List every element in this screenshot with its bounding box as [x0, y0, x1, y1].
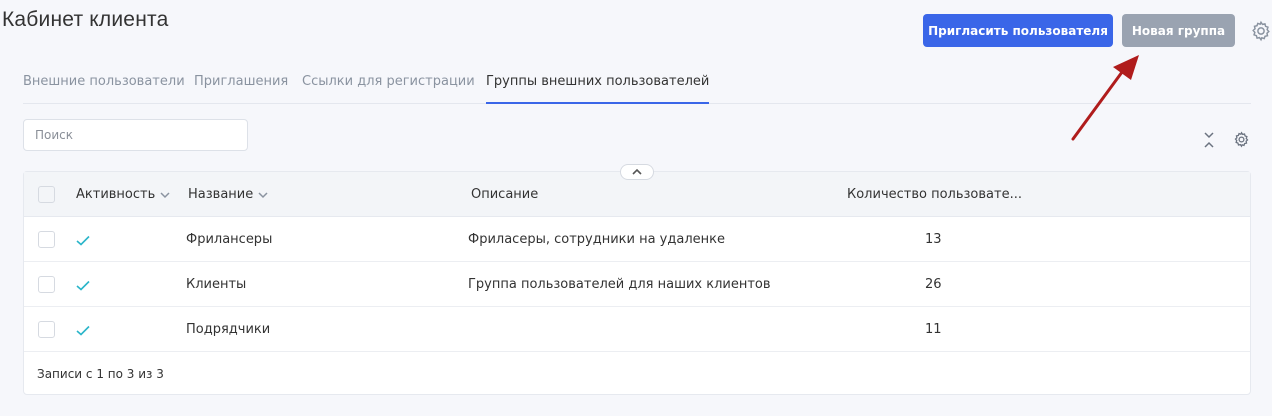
tab-external-user-groups[interactable]: Группы внешних пользователей: [486, 74, 710, 104]
column-activity[interactable]: Активность: [76, 187, 170, 202]
row-count: 13: [925, 232, 942, 247]
tab-external-users[interactable]: Внешние пользователи: [23, 74, 185, 104]
row-description: Группа пользователей для наших клиентов: [468, 277, 771, 292]
row-name: Фрилансеры: [186, 232, 273, 247]
row-count: 11: [925, 322, 942, 337]
check-icon: [76, 325, 90, 336]
search-input[interactable]: [23, 119, 248, 151]
tabs-bar: Внешние пользователи Приглашения Ссылки …: [23, 66, 1251, 104]
records-summary: Записи с 1 по 3 из 3: [37, 367, 164, 381]
column-name[interactable]: Название: [188, 187, 268, 202]
select-all-checkbox[interactable]: [38, 186, 55, 203]
chevron-up-icon: [632, 168, 642, 175]
row-checkbox[interactable]: [38, 276, 55, 293]
tab-registration-links[interactable]: Ссылки для регистрации: [302, 74, 475, 104]
table-row[interactable]: Фрилансеры Фриласеры, сотрудники на удал…: [24, 217, 1250, 262]
column-user-count[interactable]: Количество пользовате...: [847, 187, 1022, 202]
row-description: Фриласеры, сотрудники на удаленке: [468, 232, 725, 247]
row-checkbox[interactable]: [38, 231, 55, 248]
chevron-down-icon: [160, 191, 170, 198]
row-name: Клиенты: [186, 277, 247, 292]
table-row[interactable]: Подрядчики 11: [24, 307, 1250, 352]
check-icon: [76, 280, 90, 291]
gear-icon[interactable]: [1250, 20, 1272, 42]
table-settings-gear-icon[interactable]: [1233, 131, 1250, 148]
column-description[interactable]: Описание: [471, 187, 538, 202]
page-title: Кабинет клиента: [2, 8, 169, 31]
groups-table: Активность Название Описание Количество …: [23, 171, 1251, 395]
check-icon: [76, 235, 90, 246]
chevron-down-icon: [258, 191, 268, 198]
collapse-filter-toggle[interactable]: [620, 164, 654, 180]
new-group-button[interactable]: Новая группа: [1122, 14, 1235, 47]
row-name: Подрядчики: [186, 322, 271, 337]
table-row[interactable]: Клиенты Группа пользователей для наших к…: [24, 262, 1250, 307]
collapse-icon[interactable]: [1202, 131, 1216, 149]
invite-user-button[interactable]: Пригласить пользователя: [923, 14, 1113, 47]
row-checkbox[interactable]: [38, 321, 55, 338]
row-count: 26: [925, 277, 942, 292]
tab-invitations[interactable]: Приглашения: [194, 74, 288, 104]
